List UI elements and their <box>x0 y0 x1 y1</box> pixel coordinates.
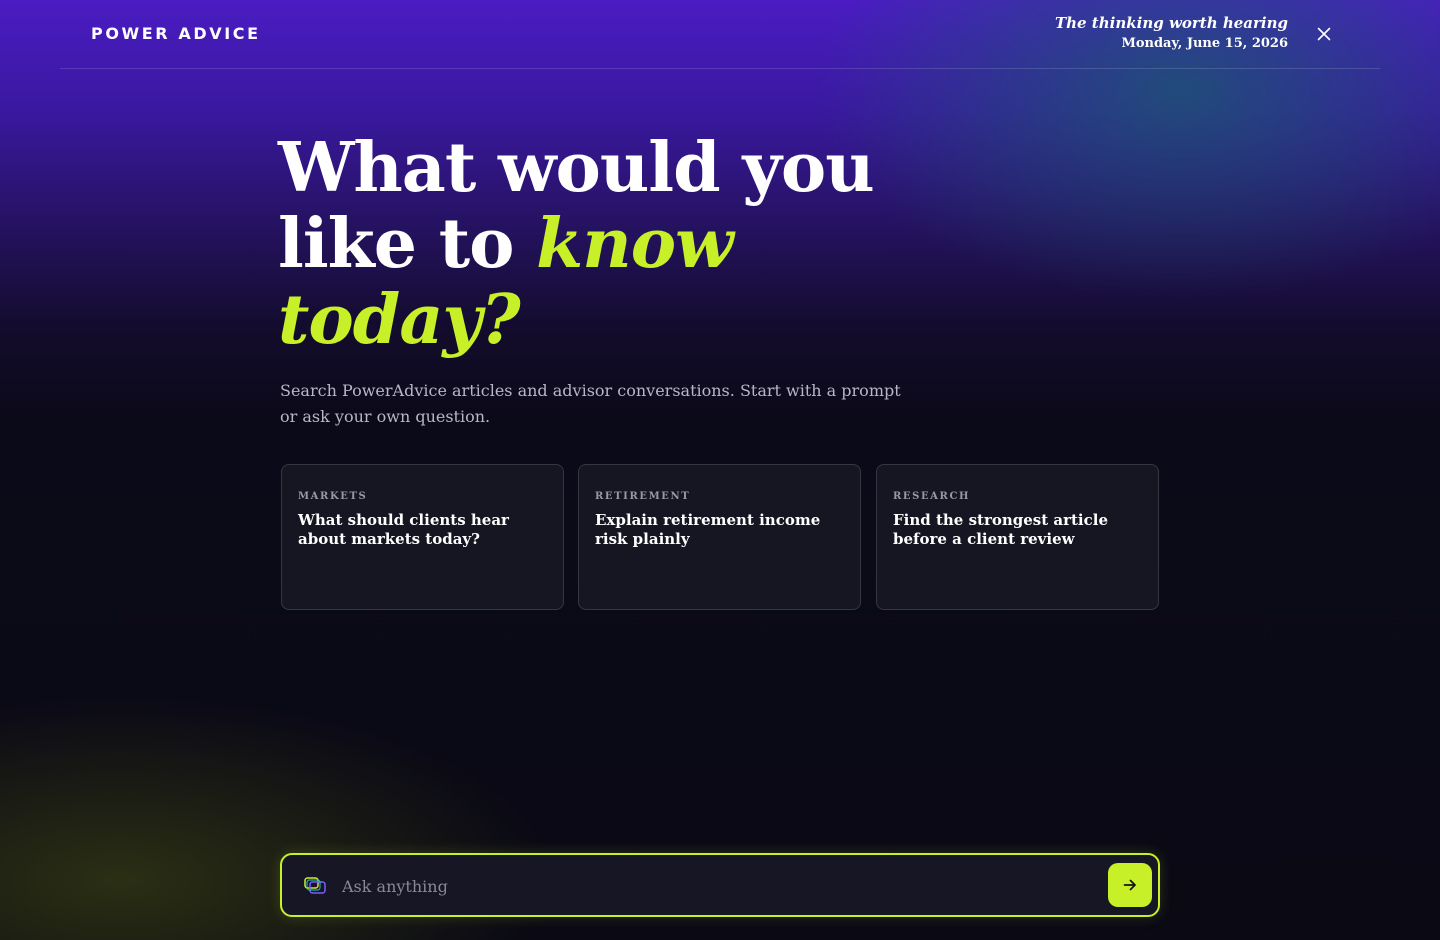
close-icon <box>1317 27 1331 41</box>
hero-accent-today: today? <box>278 280 521 360</box>
prompt-card-retirement[interactable]: RETIREMENT Explain retirement income ris… <box>578 464 861 610</box>
ask-bar <box>280 853 1160 917</box>
current-date: Monday, June 15, 2026 <box>1121 36 1288 51</box>
card-title: What should clients hear about markets t… <box>298 511 509 548</box>
arrow-right-icon <box>1123 879 1136 891</box>
hero-subtitle: Search PowerAdvice articles and advisor … <box>280 381 901 426</box>
card-category: RETIREMENT <box>595 491 691 502</box>
hero-accent-know: know <box>536 204 733 284</box>
prompt-card-research[interactable]: RESEARCH Find the strongest article befo… <box>876 464 1159 610</box>
hero-line-1: What would you <box>278 128 875 208</box>
chat-bubbles-icon <box>304 877 326 894</box>
card-category: RESEARCH <box>893 491 971 502</box>
prompt-card-markets[interactable]: MARKETS What should clients hear about m… <box>281 464 564 610</box>
card-category: MARKETS <box>298 491 368 502</box>
hero-line-2: like to <box>278 204 537 284</box>
card-title: Explain retirement income risk plainly <box>595 511 821 548</box>
tagline: The thinking worth hearing <box>1054 14 1288 32</box>
power-advice-logo[interactable]: POWER ADVICE <box>91 26 261 42</box>
prompt-cards: MARKETS What should clients hear about m… <box>281 464 1159 610</box>
hero-heading: What would you like to know today? <box>278 128 875 360</box>
header-tagline-block: The thinking worth hearing Monday, June … <box>1055 13 1288 55</box>
send-button[interactable] <box>1108 863 1152 907</box>
ask-input[interactable] <box>340 869 1104 903</box>
site-header: POWER ADVICE The thinking worth hearing … <box>60 0 1380 69</box>
card-title: Find the strongest article before a clie… <box>893 511 1109 548</box>
close-button[interactable] <box>1312 22 1336 46</box>
